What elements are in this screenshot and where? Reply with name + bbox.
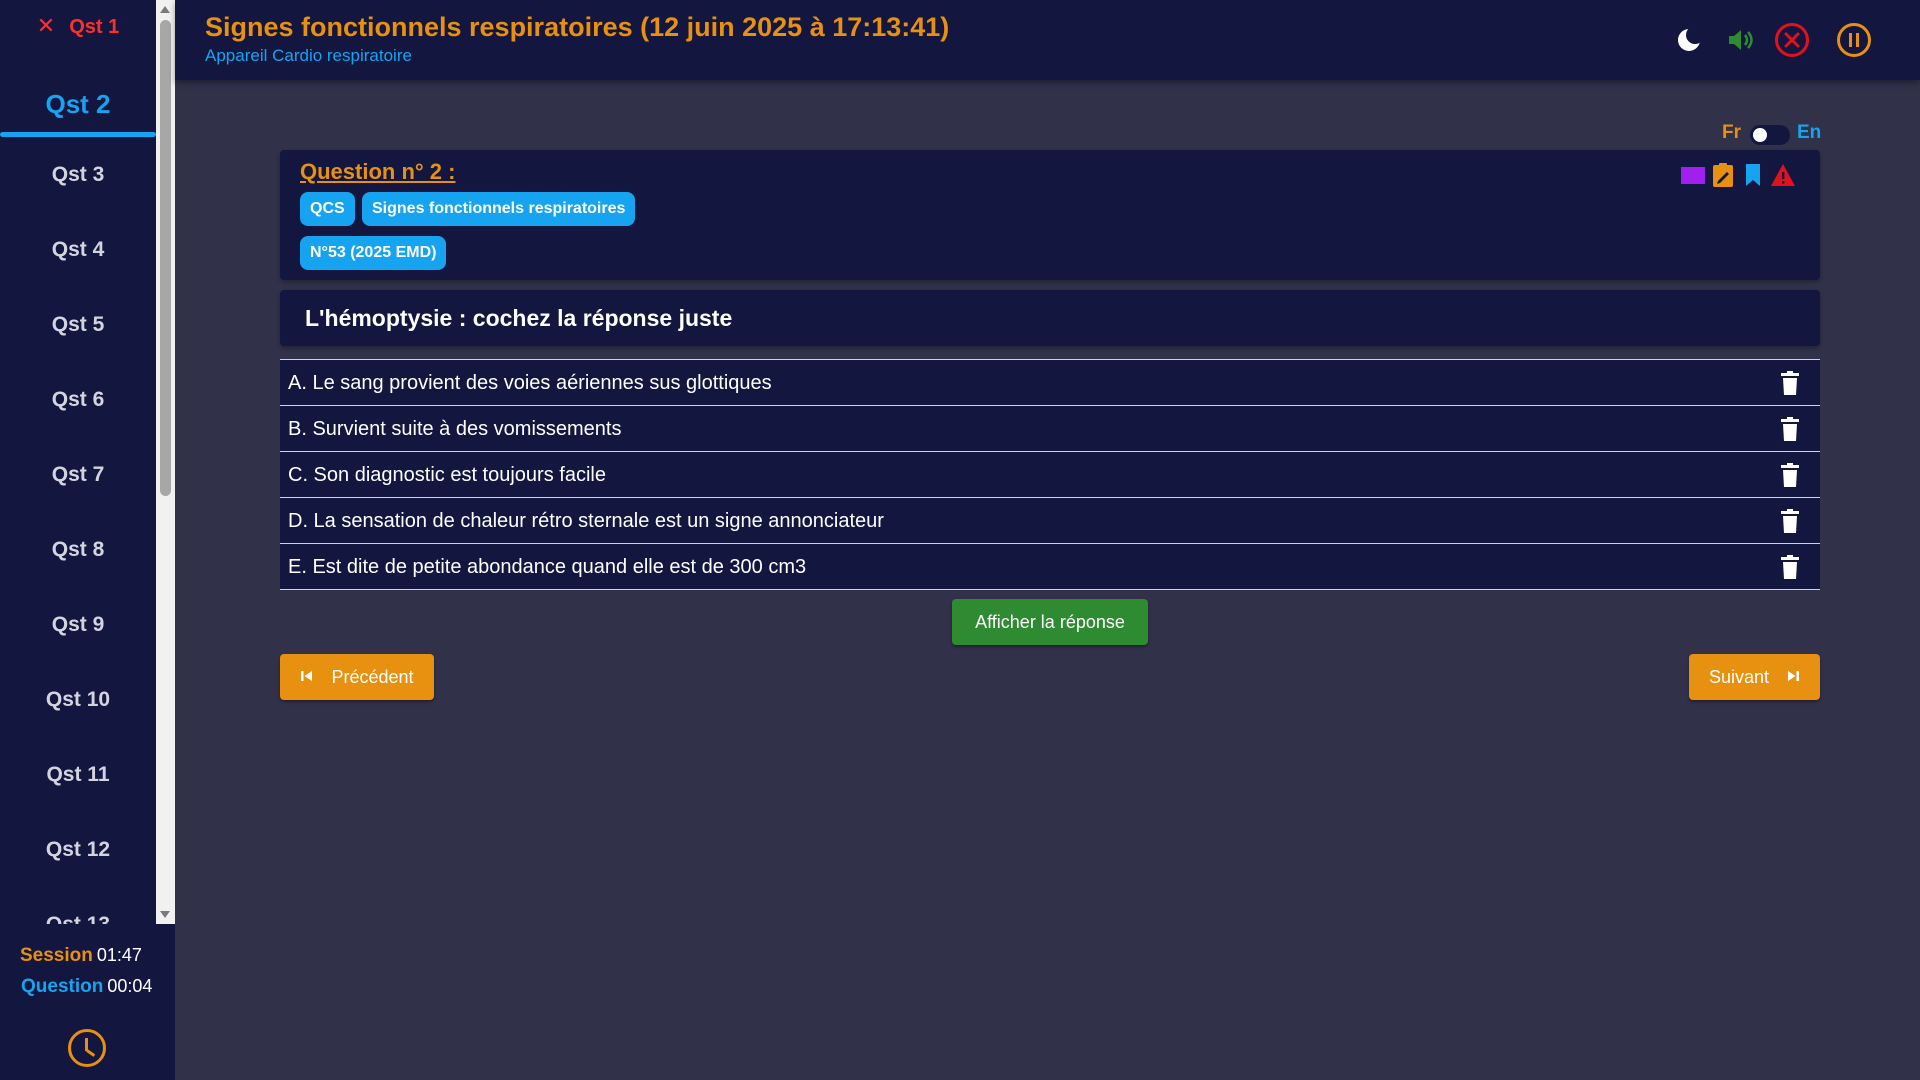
option-text: C. Son diagnostic est toujours facile bbox=[288, 464, 606, 486]
question-header-card: Question n° 2 : QCS Signes fonctionnels … bbox=[280, 150, 1820, 280]
close-circle-icon[interactable] bbox=[1774, 22, 1810, 58]
clock-icon[interactable] bbox=[68, 1029, 106, 1067]
sidebar-scrollbar[interactable] bbox=[156, 0, 175, 924]
lang-en-label[interactable]: En bbox=[1797, 122, 1821, 144]
option-c[interactable]: C. Son diagnostic est toujours facile bbox=[280, 452, 1820, 498]
option-d[interactable]: D. La sensation de chaleur rétro sternal… bbox=[280, 498, 1820, 544]
question-list: ✕ Qst 1 Qst 2 Qst 3 Qst 4 Qst 5 Qst 6 Qst… bbox=[0, 0, 156, 924]
trash-icon[interactable] bbox=[1780, 463, 1800, 487]
sidebar-item-qst-1[interactable]: ✕ Qst 1 bbox=[0, 13, 156, 39]
bookmark-icon[interactable] bbox=[1740, 162, 1766, 188]
tag-source: N°53 (2025 EMD) bbox=[300, 236, 447, 270]
sidebar-item-qst-6[interactable]: Qst 6 bbox=[0, 388, 156, 412]
statement-text: L'hémoptysie : cochez la réponse juste bbox=[305, 305, 733, 331]
question-tools bbox=[1680, 162, 1800, 192]
option-a[interactable]: A. Le sang provient des voies aériennes … bbox=[280, 360, 1820, 406]
lang-fr-label[interactable]: Fr bbox=[1722, 122, 1741, 144]
trash-icon[interactable] bbox=[1780, 509, 1800, 533]
tag-topic: Signes fonctionnels respiratoires bbox=[362, 192, 636, 226]
sidebar-item-qst-3[interactable]: Qst 3 bbox=[0, 163, 156, 187]
top-header: Signes fonctionnels respiratoires (12 ju… bbox=[175, 0, 1920, 80]
option-e[interactable]: E. Est dite de petite abondance quand el… bbox=[280, 544, 1820, 590]
sidebar: ✕ Qst 1 Qst 2 Qst 3 Qst 4 Qst 5 Qst 6 Qst… bbox=[0, 0, 175, 1080]
option-text: D. La sensation de chaleur rétro sternal… bbox=[288, 510, 884, 532]
question-number: Question n° 2 : bbox=[300, 159, 456, 184]
option-text: E. Est dite de petite abondance quand el… bbox=[288, 556, 807, 578]
color-marker-icon[interactable] bbox=[1680, 162, 1706, 188]
sidebar-item-qst-7[interactable]: Qst 7 bbox=[0, 463, 156, 487]
active-item-indicator bbox=[0, 132, 156, 137]
page-subtitle: Appareil Cardio respiratoire bbox=[205, 46, 412, 65]
show-answer-button[interactable]: Afficher la réponse bbox=[952, 599, 1148, 645]
scroll-down-arrow-icon[interactable] bbox=[160, 911, 170, 918]
scroll-thumb[interactable] bbox=[160, 20, 171, 496]
lang-switch-knob bbox=[1753, 128, 1767, 142]
trash-icon[interactable] bbox=[1780, 555, 1800, 579]
question-statement: L'hémoptysie : cochez la réponse juste bbox=[280, 290, 1820, 346]
edit-note-icon[interactable] bbox=[1710, 162, 1736, 188]
volume-icon[interactable] bbox=[1722, 22, 1758, 58]
sidebar-item-qst-10[interactable]: Qst 10 bbox=[0, 688, 156, 712]
trash-icon[interactable] bbox=[1780, 371, 1800, 395]
moon-icon[interactable] bbox=[1672, 22, 1708, 58]
sidebar-item-qst-9[interactable]: Qst 9 bbox=[0, 613, 156, 637]
sidebar-item-qst-12[interactable]: Qst 12 bbox=[0, 838, 156, 862]
skip-next-icon bbox=[1788, 671, 1800, 682]
trash-icon[interactable] bbox=[1780, 417, 1800, 441]
pause-circle-icon[interactable] bbox=[1836, 22, 1872, 58]
sidebar-item-qst-11[interactable]: Qst 11 bbox=[0, 763, 156, 787]
sidebar-item-qst-13[interactable]: Qst 13 bbox=[0, 913, 156, 924]
answer-options: A. Le sang provient des voies aériennes … bbox=[280, 359, 1820, 590]
sidebar-item-qst-5[interactable]: Qst 5 bbox=[0, 313, 156, 337]
page-title: Signes fonctionnels respiratoires (12 ju… bbox=[205, 12, 950, 42]
wrong-x-icon: ✕ bbox=[36, 13, 56, 38]
next-button[interactable]: Suivant bbox=[1689, 654, 1820, 700]
timers: Session 01:47 Question 00:04 bbox=[0, 940, 175, 1002]
lang-switch[interactable] bbox=[1750, 125, 1790, 145]
warning-icon[interactable] bbox=[1770, 162, 1796, 188]
previous-button[interactable]: Précédent bbox=[280, 654, 434, 700]
option-text: A. Le sang provient des voies aériennes … bbox=[288, 372, 772, 394]
sidebar-item-qst-4[interactable]: Qst 4 bbox=[0, 238, 156, 262]
scroll-up-arrow-icon[interactable] bbox=[160, 6, 170, 13]
skip-previous-icon bbox=[301, 671, 313, 682]
option-text: B. Survient suite à des vomissements bbox=[288, 418, 622, 440]
option-b[interactable]: B. Survient suite à des vomissements bbox=[280, 406, 1820, 452]
sidebar-item-qst-2[interactable]: Qst 2 bbox=[0, 89, 156, 120]
sidebar-item-qst-8[interactable]: Qst 8 bbox=[0, 538, 156, 562]
session-timer: Session 01:47 bbox=[20, 945, 142, 966]
tag-type: QCS bbox=[300, 192, 355, 226]
question-timer: Question 00:04 bbox=[21, 976, 153, 997]
